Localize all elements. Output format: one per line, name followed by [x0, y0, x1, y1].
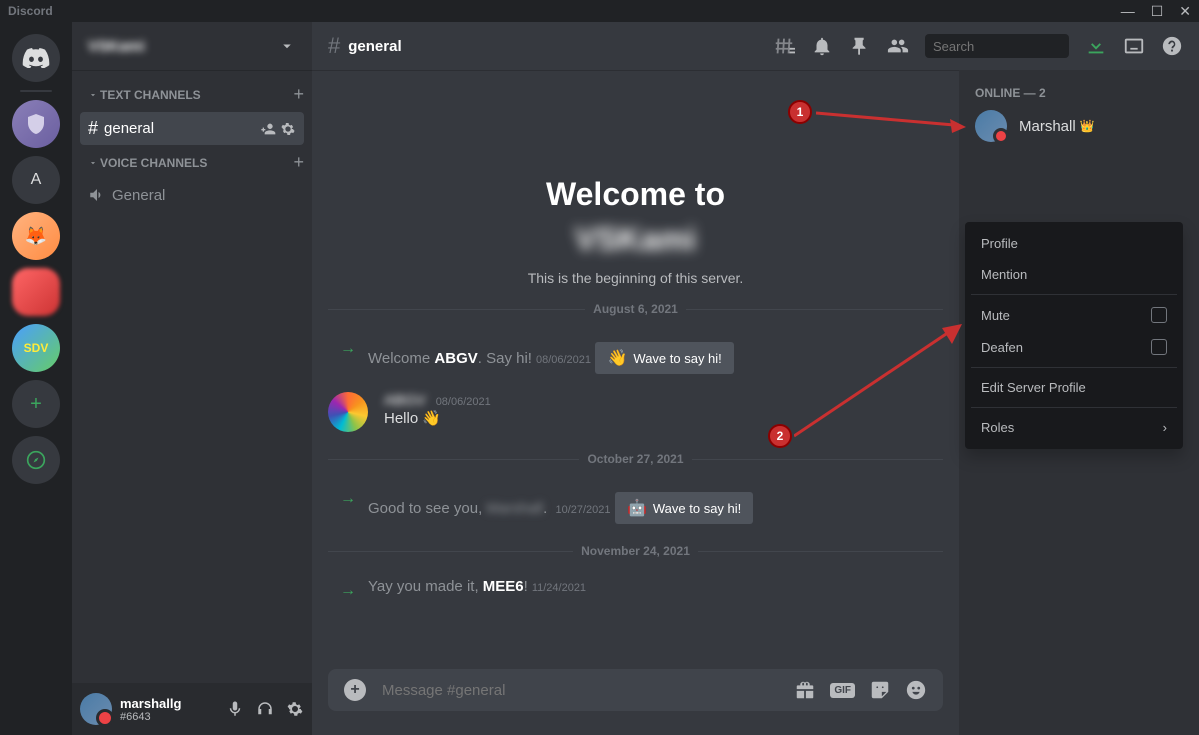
robot-emoji-icon: 🤖: [627, 498, 647, 518]
message-input[interactable]: [382, 682, 794, 699]
message: ABGV08/06/2021 Hello 👋: [328, 388, 943, 436]
invite-icon[interactable]: [260, 121, 276, 137]
join-arrow-icon: →: [340, 582, 356, 600]
wave-emoji-icon: 👋: [422, 410, 441, 427]
chevron-right-icon: ›: [1163, 420, 1167, 435]
titlebar: Discord — ☐ ✕: [0, 0, 1199, 22]
threads-button[interactable]: [773, 35, 795, 57]
notifications-button[interactable]: [811, 35, 833, 57]
inbox-button[interactable]: [1123, 35, 1145, 57]
server-icon-active[interactable]: [12, 268, 60, 316]
server-name: VSKami: [88, 38, 145, 55]
add-channel-button[interactable]: +: [293, 84, 304, 105]
search-box[interactable]: [925, 34, 1069, 58]
settings-button[interactable]: [286, 700, 304, 718]
server-icon[interactable]: [12, 100, 60, 148]
speaker-icon: [88, 186, 106, 204]
user-panel: marshallg #6643: [72, 683, 312, 735]
channel-header: # general: [312, 22, 1199, 70]
wave-emoji-icon: 👋: [607, 348, 627, 368]
gift-button[interactable]: [794, 679, 816, 701]
channel-title: general: [348, 38, 773, 55]
message-input-area: + GIF: [312, 669, 959, 735]
add-server-button[interactable]: +: [12, 380, 60, 428]
ctx-mute[interactable]: Mute: [971, 299, 1177, 331]
emoji-button[interactable]: [905, 679, 927, 701]
gear-icon[interactable]: [280, 121, 296, 137]
voice-channel-general[interactable]: General: [80, 180, 304, 210]
shield-icon: [24, 112, 48, 136]
join-arrow-icon: →: [340, 340, 356, 374]
channel-category-text[interactable]: TEXT CHANNELS +: [72, 78, 312, 111]
user-context-menu: Profile Mention Mute Deafen Edit Server …: [965, 222, 1183, 449]
avatar: [975, 110, 1007, 142]
chevron-down-icon: [278, 37, 296, 55]
welcome-title: Welcome to: [328, 176, 943, 213]
chevron-down-icon: [88, 158, 98, 168]
server-icon[interactable]: A: [12, 156, 60, 204]
message-author[interactable]: ABGV: [384, 392, 426, 409]
attach-button[interactable]: +: [344, 679, 366, 701]
channel-category-voice[interactable]: VOICE CHANNELS +: [72, 146, 312, 179]
join-arrow-icon: →: [340, 490, 356, 524]
hash-icon: #: [88, 118, 98, 139]
deafen-button[interactable]: [256, 700, 274, 718]
main-area: # general Welcome to: [312, 22, 1199, 735]
member-marshall[interactable]: Marshall 👑: [967, 106, 1191, 146]
ctx-edit-server-profile[interactable]: Edit Server Profile: [971, 372, 1177, 403]
channel-general[interactable]: # general: [80, 112, 304, 145]
server-header[interactable]: VSKami: [72, 22, 312, 70]
add-channel-button[interactable]: +: [293, 152, 304, 173]
date-divider: October 27, 2021: [328, 452, 943, 466]
message-list: Welcome to VSKami This is the beginning …: [312, 70, 959, 669]
member-list-header: ONLINE — 2: [967, 86, 1191, 100]
server-icon[interactable]: 🦊: [12, 212, 60, 260]
chevron-down-icon: [88, 90, 98, 100]
download-button[interactable]: [1085, 35, 1107, 57]
hash-icon: #: [328, 33, 340, 59]
channel-sidebar: VSKami TEXT CHANNELS + # general VOICE C…: [72, 22, 312, 735]
ctx-mention[interactable]: Mention: [971, 259, 1177, 290]
close-button[interactable]: ✕: [1179, 3, 1191, 20]
maximize-button[interactable]: ☐: [1151, 3, 1164, 20]
help-button[interactable]: [1161, 35, 1183, 57]
user-avatar[interactable]: [80, 693, 112, 725]
system-message: → Good to see you, Marshall. 10/27/2021 …: [328, 482, 943, 528]
server-divider: [20, 90, 52, 92]
home-button[interactable]: [12, 34, 60, 82]
compass-icon: [26, 450, 46, 470]
date-divider: November 24, 2021: [328, 544, 943, 558]
member-list: ONLINE — 2 Marshall 👑 Profile Mention Mu…: [959, 70, 1199, 735]
server-list: A 🦊 SDV +: [0, 22, 72, 735]
avatar[interactable]: [328, 392, 368, 432]
welcome-server: VSKami: [328, 221, 943, 258]
system-message: → Welcome ABGV. Say hi!08/06/2021 👋Wave …: [328, 332, 943, 378]
crown-icon: 👑: [1080, 119, 1095, 133]
wave-button[interactable]: 👋Wave to say hi!: [595, 342, 733, 374]
discord-logo-icon: [22, 48, 50, 68]
system-message: → Yay you made it, MEE6!11/24/2021: [328, 574, 943, 604]
sticker-button[interactable]: [869, 679, 891, 701]
ctx-deafen[interactable]: Deafen: [971, 331, 1177, 363]
app-title: Discord: [8, 4, 53, 18]
mute-button[interactable]: [226, 700, 244, 718]
welcome-block: Welcome to VSKami This is the beginning …: [328, 176, 943, 286]
user-info[interactable]: marshallg #6643: [120, 696, 226, 723]
minimize-button[interactable]: —: [1121, 3, 1135, 20]
members-button[interactable]: [887, 35, 909, 57]
ctx-profile[interactable]: Profile: [971, 228, 1177, 259]
server-icon[interactable]: SDV: [12, 324, 60, 372]
date-divider: August 6, 2021: [328, 302, 943, 316]
explore-button[interactable]: [12, 436, 60, 484]
pinned-button[interactable]: [849, 35, 871, 57]
ctx-roles[interactable]: Roles›: [971, 412, 1177, 443]
checkbox[interactable]: [1151, 307, 1167, 323]
gif-button[interactable]: GIF: [830, 683, 855, 698]
checkbox[interactable]: [1151, 339, 1167, 355]
search-input[interactable]: [933, 39, 1109, 54]
wave-button[interactable]: 🤖Wave to say hi!: [615, 492, 753, 524]
welcome-subtitle: This is the beginning of this server.: [328, 270, 943, 286]
